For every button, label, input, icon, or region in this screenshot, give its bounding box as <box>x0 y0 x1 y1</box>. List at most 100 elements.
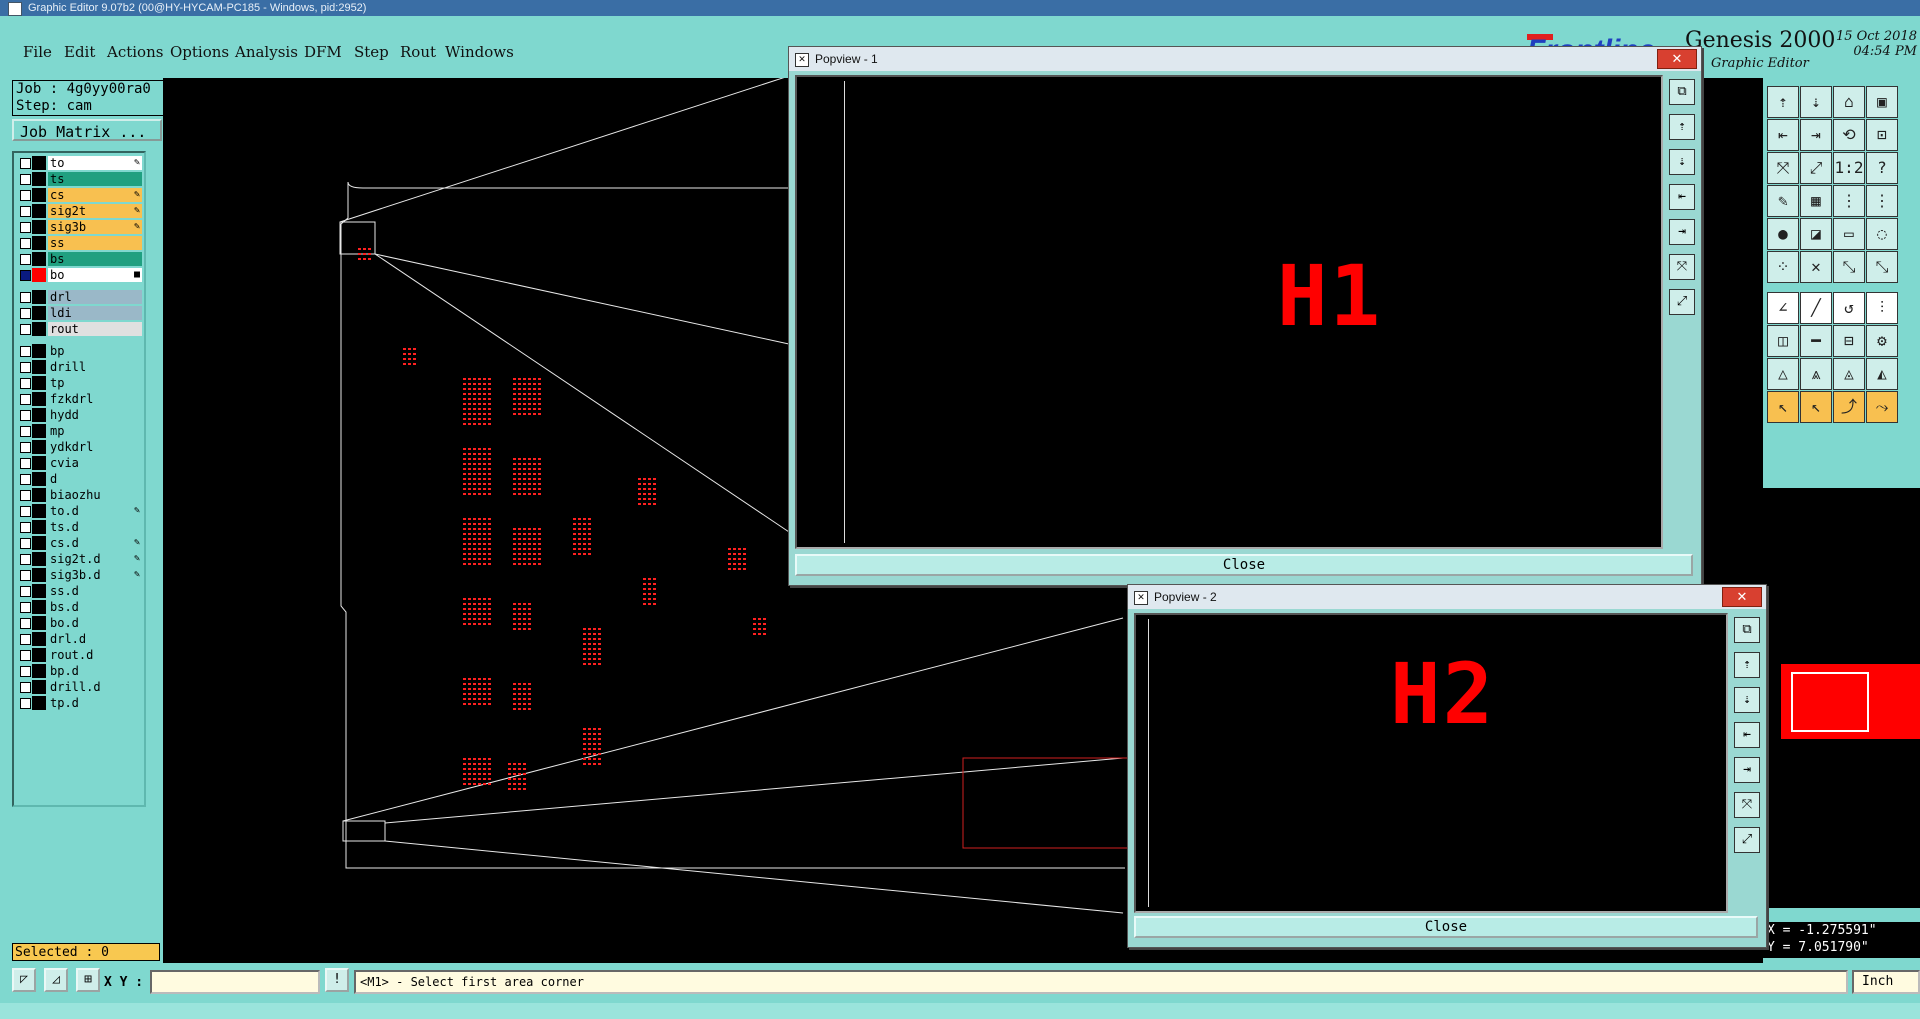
menu-file[interactable]: File <box>23 43 52 61</box>
zoom-fit-icon[interactable]: ⤧ <box>1734 792 1760 818</box>
layer-name[interactable]: drl.d <box>48 632 142 646</box>
menu-options[interactable]: Options <box>170 43 229 61</box>
layer-row-drill[interactable]: drill <box>18 360 142 374</box>
popview-1-window[interactable]: ✕ Popview - 1 ✕ H1 ⧉ ⇡ ⇣ ⇤ ⇥ ⤧ ⤢ Close <box>788 46 1702 586</box>
measure-icon[interactable]: ◿ <box>44 968 68 992</box>
layer-color-swatch[interactable] <box>32 536 46 550</box>
layer-name[interactable]: ts <box>48 172 142 186</box>
layer-checkbox[interactable] <box>20 538 31 549</box>
layer-color-swatch[interactable] <box>32 268 46 282</box>
pan-left-icon[interactable]: ⇤ <box>1734 722 1760 748</box>
layer-name[interactable]: bo ■ <box>48 268 142 282</box>
layer-color-swatch[interactable] <box>32 488 46 502</box>
layer-color-swatch[interactable] <box>32 392 46 406</box>
layer-checkbox[interactable] <box>20 506 31 517</box>
zoom-in-icon[interactable]: ⇡ <box>1734 652 1760 678</box>
layer-color-swatch[interactable] <box>32 156 46 170</box>
layer-row-mp[interactable]: mp <box>18 424 142 438</box>
layer-name[interactable]: sig2t ✎ <box>48 204 142 218</box>
slash-icon[interactable]: ╱ <box>1800 292 1832 324</box>
layer-name[interactable]: drill <box>48 360 142 374</box>
popview-2-window[interactable]: ✕ Popview - 2 ✕ H2 ⧉ ⇡ ⇣ ⇤ ⇥ ⤧ ⤢ Close <box>1127 584 1767 948</box>
xy-input[interactable] <box>150 970 320 994</box>
menu-step[interactable]: Step <box>354 43 389 61</box>
layer-name[interactable]: tp <box>48 376 142 390</box>
select2-icon[interactable]: ↖ <box>1800 391 1832 423</box>
layer-checkbox[interactable] <box>20 602 31 613</box>
zoom-out-icon[interactable]: ⇣ <box>1669 149 1695 175</box>
layer-color-swatch[interactable] <box>32 440 46 454</box>
layer-name[interactable]: to.d ✎ <box>48 504 142 518</box>
layer-name[interactable]: ydkdrl <box>48 440 142 454</box>
layer-name[interactable]: cs.d ✎ <box>48 536 142 550</box>
layer-row-sig3b-d[interactable]: sig3b.d ✎ <box>18 568 142 582</box>
shape-icon[interactable]: ⚙ <box>1866 325 1898 357</box>
pan-right-icon[interactable]: ⇥ <box>1800 119 1832 151</box>
layer-checkbox[interactable] <box>20 222 31 233</box>
layer-color-swatch[interactable] <box>32 424 46 438</box>
layer-color-swatch[interactable] <box>32 408 46 422</box>
layer-name[interactable]: d <box>48 472 142 486</box>
zoom-area-icon[interactable]: ⤢ <box>1800 152 1832 184</box>
layer-name[interactable]: bo.d <box>48 616 142 630</box>
connect2-icon[interactable]: ⤡ <box>1866 251 1898 283</box>
popview-1-viewport[interactable]: H1 <box>795 75 1663 549</box>
layer-color-swatch[interactable] <box>32 236 46 250</box>
popout-icon[interactable]: ⧉ <box>1669 79 1695 105</box>
layer-color-swatch[interactable] <box>32 632 46 646</box>
units-field[interactable]: Inch <box>1852 970 1920 994</box>
layer-checkbox[interactable] <box>20 190 31 201</box>
layer-row-ss[interactable]: ss <box>18 236 142 250</box>
menu-rout[interactable]: Rout <box>400 43 436 61</box>
layer-row-ss-d[interactable]: ss.d <box>18 584 142 598</box>
scale-icon[interactable]: 1:2 <box>1833 152 1865 184</box>
undo-icon[interactable]: ⟲ <box>1833 119 1865 151</box>
layer-checkbox[interactable] <box>20 634 31 645</box>
zoom-fit-icon[interactable]: ⤧ <box>1669 254 1695 280</box>
layer-name[interactable]: rout.d <box>48 648 142 662</box>
layer-color-swatch[interactable] <box>32 204 46 218</box>
edit-icon[interactable]: ✎ <box>1767 185 1799 217</box>
zoom-in-icon[interactable]: ⇡ <box>1669 114 1695 140</box>
layer-checkbox[interactable] <box>20 666 31 677</box>
layer-checkbox[interactable] <box>20 618 31 629</box>
layer-up-icon[interactable]: ⇡ <box>1767 86 1799 118</box>
layer-row-d[interactable]: d <box>18 472 142 486</box>
zoom-area-icon[interactable]: ⤢ <box>1669 289 1695 315</box>
layer-name[interactable]: cvia <box>48 456 142 470</box>
layer-color-swatch[interactable] <box>32 504 46 518</box>
layer-color-swatch[interactable] <box>32 456 46 470</box>
layer-name[interactable]: bp <box>48 344 142 358</box>
close-icon[interactable]: ✕ <box>1657 49 1697 69</box>
layer-name[interactable]: sig3b ✎ <box>48 220 142 234</box>
layer-row-bp[interactable]: bp <box>18 344 142 358</box>
popout-icon[interactable]: ⧉ <box>1734 617 1760 643</box>
layer-checkbox[interactable] <box>20 394 31 405</box>
layer-color-swatch[interactable] <box>32 360 46 374</box>
layer-row-rout-d[interactable]: rout.d <box>18 648 142 662</box>
layer-row-drill-d[interactable]: drill.d <box>18 680 142 694</box>
circle-icon[interactable]: ◌ <box>1866 218 1898 250</box>
popview-1-close-button[interactable]: Close <box>795 554 1693 576</box>
layer-row-ts[interactable]: ts <box>18 172 142 186</box>
grid-icon[interactable]: ⊞ <box>76 968 100 992</box>
zoom-area-icon[interactable]: ⤢ <box>1734 827 1760 853</box>
menu-dfm[interactable]: DFM <box>304 43 342 61</box>
zoom-fit-icon[interactable]: ⤧ <box>1767 152 1799 184</box>
layer-color-swatch[interactable] <box>32 648 46 662</box>
layer-color-swatch[interactable] <box>32 552 46 566</box>
popview-2-close-button[interactable]: Close <box>1134 916 1758 938</box>
layer-color-swatch[interactable] <box>32 172 46 186</box>
layer-row-rout[interactable]: rout <box>18 322 142 336</box>
layer-row-drl[interactable]: drl <box>18 290 142 304</box>
layer-color-swatch[interactable] <box>32 306 46 320</box>
layer-row-sig3b[interactable]: sig3b ✎ <box>18 220 142 234</box>
layer-row-bo-d[interactable]: bo.d <box>18 616 142 630</box>
layer-checkbox[interactable] <box>20 586 31 597</box>
arrow-up-icon[interactable]: ⩓ <box>1800 358 1832 390</box>
layer-name[interactable]: sig2t.d ✎ <box>48 552 142 566</box>
move-icon[interactable]: ⤳ <box>1866 391 1898 423</box>
layer-color-swatch[interactable] <box>32 252 46 266</box>
layer-checkbox[interactable] <box>20 682 31 693</box>
layer-checkbox[interactable] <box>20 292 31 303</box>
